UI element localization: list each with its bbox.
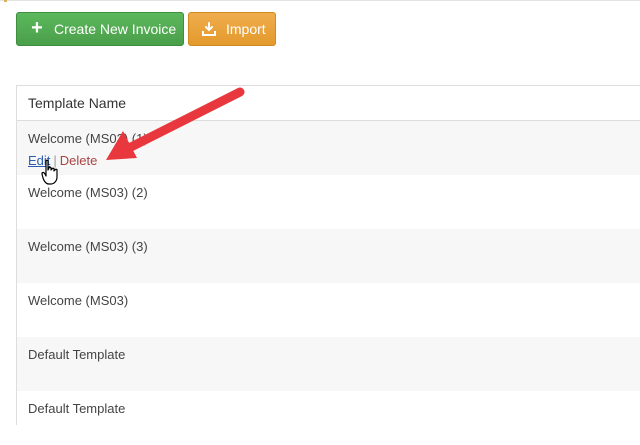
table-row[interactable]: Default Template <box>17 391 640 445</box>
table-row[interactable]: Welcome (MS03) (1) Edit | Delete <box>17 121 640 175</box>
row-actions: Edit | Delete <box>28 154 640 168</box>
template-name: Welcome (MS03) (2) <box>28 185 148 200</box>
action-separator: | <box>53 153 57 168</box>
import-button[interactable]: Import <box>188 12 276 46</box>
table-row[interactable]: Welcome (MS03) (3) <box>17 229 640 283</box>
template-name: Default Template <box>28 347 126 362</box>
template-name: Welcome (MS03) (3) <box>28 239 148 254</box>
column-header-template-name[interactable]: Template Name <box>17 86 640 121</box>
template-name: Default Template <box>28 401 126 416</box>
table-row[interactable]: Welcome (MS03) <box>17 283 640 337</box>
top-border <box>0 0 640 1</box>
template-name: Welcome (MS03) <box>28 293 129 308</box>
create-new-invoice-button[interactable]: + Create New Invoice <box>16 12 184 46</box>
top-marker <box>4 0 7 2</box>
delete-link[interactable]: Delete <box>60 153 98 168</box>
create-new-invoice-label: Create New Invoice <box>54 21 177 37</box>
edit-link[interactable]: Edit <box>28 153 50 168</box>
import-label: Import <box>226 21 266 37</box>
templates-table: Template Name Welcome (MS03) (1) Edit | De… <box>16 85 640 445</box>
table-row[interactable]: Welcome (MS03) (2) <box>17 175 640 229</box>
template-name: Welcome (MS03) (1) <box>28 131 148 146</box>
table-row[interactable]: Default Template <box>17 337 640 391</box>
plus-icon: + <box>31 17 43 39</box>
import-icon <box>201 22 217 36</box>
